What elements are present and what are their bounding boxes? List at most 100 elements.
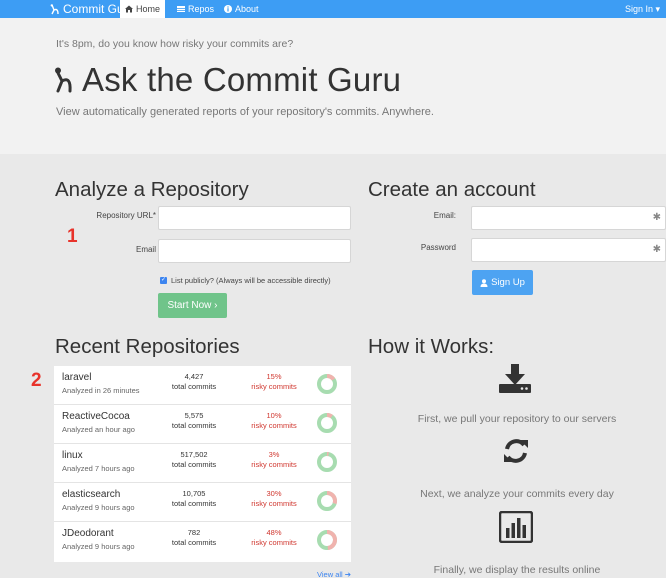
- risk-donut-chart: [317, 452, 337, 472]
- risk-label: risky commits: [251, 538, 297, 547]
- home-icon: [125, 5, 133, 13]
- risk-label: risky commits: [251, 421, 297, 430]
- view-all-link[interactable]: View all ➔: [317, 570, 351, 578]
- nav-repos-label: Repos: [188, 4, 215, 14]
- nav-repos[interactable]: Repos: [172, 0, 219, 18]
- risk-donut-chart: [317, 530, 337, 550]
- step-display-text: Finally, we display the results online: [433, 564, 601, 576]
- commit-count-label: total commits: [171, 460, 217, 469]
- nav-home[interactable]: Home: [120, 0, 166, 18]
- list-publicly-label: List publicly? (Always will be accessibl…: [171, 276, 331, 285]
- commit-count-label: total commits: [171, 538, 217, 547]
- commit-count: 782: [187, 528, 201, 537]
- commit-count: 5,575: [184, 411, 204, 420]
- required-mark: ✱: [652, 244, 661, 255]
- top-navbar: Commit Guru Home Repos About Sign In ▾: [0, 0, 666, 18]
- repo-analyzed-time: Analyzed in 26 minutes: [62, 386, 140, 395]
- repo-name[interactable]: JDeodorant: [62, 528, 114, 539]
- commit-count: 517,502: [180, 450, 208, 459]
- repo-analyzed-time: Analyzed an hour ago: [62, 425, 135, 434]
- repo-row[interactable]: elasticsearch Analyzed 9 hours ago 10,70…: [54, 483, 351, 522]
- repo-url-input[interactable]: [158, 206, 351, 230]
- how-it-works-heading: How it Works:: [368, 335, 495, 358]
- commit-count-label: total commits: [171, 382, 217, 391]
- list-publicly-checkbox[interactable]: ✓: [160, 277, 167, 284]
- repo-risky-commits: 30% risky commits: [239, 489, 309, 509]
- sign-up-label: Sign Up: [491, 277, 525, 288]
- repo-risky-commits: 15% risky commits: [239, 372, 309, 392]
- hero-subtitle: View automatically generated reports of …: [56, 106, 434, 118]
- guru-logo-icon: [50, 3, 59, 14]
- repo-url-label: Repository URL*: [96, 211, 156, 220]
- account-email-label: Email:: [433, 211, 456, 220]
- list-publicly-option[interactable]: ✓ List publicly? (Always will be accessi…: [160, 276, 331, 285]
- risk-donut-chart: [317, 413, 337, 433]
- sign-in-dropdown[interactable]: Sign In ▾: [625, 0, 660, 18]
- account-email-input[interactable]: ✱: [471, 206, 666, 230]
- repo-risky-commits: 48% risky commits: [239, 528, 309, 548]
- risk-percent: 15%: [266, 372, 282, 381]
- risk-percent: 3%: [268, 450, 280, 459]
- repo-total-commits: 4,427 total commits: [154, 372, 234, 392]
- risk-label: risky commits: [251, 499, 297, 508]
- guru-logo-icon: [55, 67, 72, 93]
- repo-row[interactable]: linux Analyzed 7 hours ago 517,502 total …: [54, 444, 351, 483]
- commit-count-label: total commits: [171, 499, 217, 508]
- password-label: Password: [420, 243, 456, 252]
- bar-chart-icon: [499, 511, 533, 543]
- repo-row[interactable]: laravel Analyzed in 26 minutes 4,427 tota…: [54, 366, 351, 405]
- repo-name[interactable]: linux: [62, 450, 83, 461]
- risk-percent: 30%: [266, 489, 282, 498]
- repo-row[interactable]: JDeodorant Analyzed 9 hours ago 782 total…: [54, 522, 351, 561]
- create-account-heading: Create an account: [368, 178, 536, 201]
- info-icon: [224, 5, 232, 13]
- risk-label: risky commits: [251, 382, 297, 391]
- annotation-marker-2: 2: [31, 370, 42, 391]
- repo-risky-commits: 10% risky commits: [239, 411, 309, 431]
- step-pull-text: First, we pull your repository to our se…: [417, 413, 617, 425]
- repo-analyzed-time: Analyzed 7 hours ago: [62, 464, 135, 473]
- hero-title-text: Ask the Commit Guru: [82, 61, 402, 98]
- hero-banner: It's 8pm, do you know how risky your com…: [0, 18, 666, 154]
- risk-donut-chart: [317, 491, 337, 511]
- donut-safe-arc: [317, 413, 337, 433]
- repo-name[interactable]: ReactiveCocoa: [62, 411, 130, 422]
- repo-analyzed-time: Analyzed 9 hours ago: [62, 503, 135, 512]
- risk-donut-chart: [317, 374, 337, 394]
- repo-total-commits: 782 total commits: [154, 528, 234, 548]
- repo-analyzed-time: Analyzed 9 hours ago: [62, 542, 135, 551]
- user-icon: [480, 278, 488, 287]
- nav-home-label: Home: [136, 4, 161, 14]
- commit-count-label: total commits: [171, 421, 217, 430]
- donut-safe-arc: [317, 452, 337, 472]
- risk-label: risky commits: [251, 460, 297, 469]
- sign-up-button[interactable]: Sign Up: [472, 270, 533, 295]
- repo-row[interactable]: ReactiveCocoa Analyzed an hour ago 5,575…: [54, 405, 351, 444]
- nav-about[interactable]: About: [219, 0, 264, 18]
- repo-total-commits: 517,502 total commits: [154, 450, 234, 470]
- list-icon: [177, 6, 185, 12]
- commit-count: 4,427: [184, 372, 204, 381]
- hero-title: Ask the Commit Guru: [54, 61, 401, 99]
- repo-risky-commits: 3% risky commits: [239, 450, 309, 470]
- repo-name[interactable]: elasticsearch: [62, 489, 120, 500]
- repo-total-commits: 5,575 total commits: [154, 411, 234, 431]
- risk-percent: 48%: [266, 528, 282, 537]
- repo-total-commits: 10,705 total commits: [154, 489, 234, 509]
- required-mark: ✱: [652, 212, 661, 223]
- step-analyze-text: Next, we analyze your commits every day: [420, 488, 614, 500]
- hero-tagline: It's 8pm, do you know how risky your com…: [56, 38, 294, 50]
- nav-about-label: About: [235, 4, 259, 14]
- commit-count: 10,705: [182, 489, 206, 498]
- repo-name[interactable]: laravel: [62, 372, 91, 383]
- recent-repos-heading: Recent Repositories: [55, 335, 240, 358]
- email-input[interactable]: [158, 239, 351, 263]
- risk-percent: 10%: [266, 411, 282, 420]
- refresh-icon: [504, 439, 528, 463]
- analyze-heading: Analyze a Repository: [55, 178, 249, 201]
- annotation-marker-1: 1: [67, 226, 78, 247]
- password-input[interactable]: ✱: [471, 238, 666, 262]
- start-now-button[interactable]: Start Now ›: [158, 293, 227, 318]
- download-icon: [499, 364, 531, 393]
- recent-repos-table: laravel Analyzed in 26 minutes 4,427 tota…: [54, 366, 351, 562]
